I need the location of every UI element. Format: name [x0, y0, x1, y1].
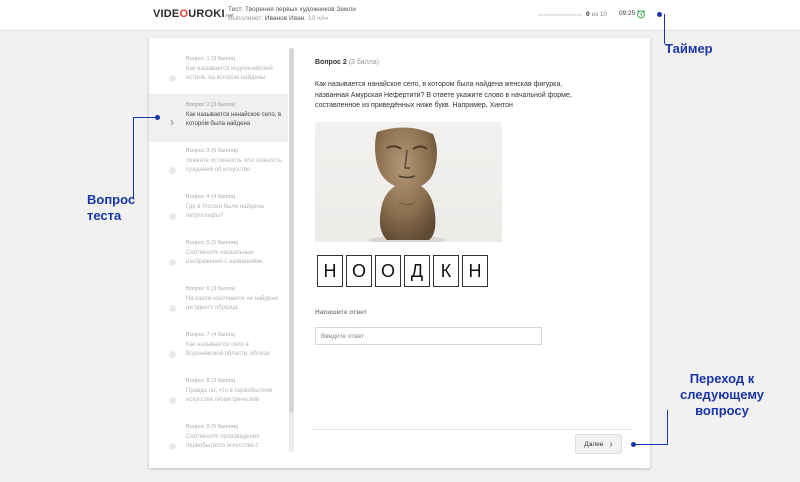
status-dot-icon — [169, 167, 176, 174]
chevron-right-icon: › — [609, 438, 613, 450]
question-list-item-text: Как называется село в Воронежской област… — [186, 342, 270, 357]
letter-tile: К — [433, 255, 459, 287]
progress-bar — [538, 14, 582, 16]
question-list-item-head: Вопрос 2 (3 балла) — [186, 102, 236, 108]
annotation-next-line — [634, 444, 667, 445]
test-performer: Выполняет: Иванов Иван, 10 «А» — [228, 15, 329, 22]
next-button-label: Далее — [584, 440, 604, 448]
question-list-item-text: Как называется нанайское село, в котором… — [186, 112, 282, 127]
annotation-timer: Таймер — [665, 41, 713, 56]
answer-input[interactable] — [315, 327, 542, 345]
letter-tiles: НООДКН — [317, 255, 488, 287]
figurine-image — [315, 122, 502, 242]
scrollbar-thumb[interactable] — [289, 48, 294, 413]
annotation-next-line-v — [667, 410, 668, 445]
question-list-item-head: Вопрос 8 (3 балла) — [186, 378, 236, 384]
letter-tile: О — [346, 255, 372, 287]
question-list-item[interactable]: Вопрос 6 (3 балла) На каком континенте не… — [149, 278, 288, 326]
status-dot-icon — [169, 443, 176, 450]
question-list-item[interactable]: Вопрос 5 (5 баллов) Соотнесите наскальные… — [149, 232, 288, 280]
question-list-item-text: Правда ли, что в первобытном искусстве г… — [186, 388, 273, 403]
question-list: Вопрос 1 (3 балла) Как называется индонез… — [149, 38, 289, 458]
question-text: Как называется нанайское село, в котором… — [315, 81, 572, 109]
annotation-next-dot — [631, 442, 636, 447]
annotation-timer-dot — [657, 12, 662, 17]
question-list-item-text: Где в России были найдены петроглифы? — [186, 204, 265, 219]
question-list-item[interactable]: Вопрос 1 (3 балла) Как называется индонез… — [149, 48, 288, 96]
letter-tile: Н — [462, 255, 488, 287]
question-list-item-head: Вопрос 4 (4 балла) — [186, 194, 236, 200]
annotation-question-line — [133, 117, 134, 199]
top-bar: VIDEOUROKI.net Тест: Творения первых худ… — [0, 0, 800, 31]
letter-tile: Д — [404, 255, 430, 287]
question-list-scrollbar[interactable] — [289, 48, 294, 452]
annotation-question-line-h — [133, 117, 155, 118]
annotation-question-dot — [155, 115, 160, 120]
chevron-right-icon: › — [170, 115, 174, 129]
question-list-item-text: Укажите истинность или ложность суждений… — [186, 158, 282, 173]
alarm-clock-icon — [637, 9, 645, 19]
annotation-next: Переход к следующему вопросу — [680, 371, 764, 418]
logo[interactable]: VIDEOUROKI.net — [153, 8, 234, 20]
status-dot-icon — [169, 259, 176, 266]
progress-count: 0 из 10 — [586, 11, 608, 18]
question-list-item-text: Соотнесите произведения первобытного иск… — [186, 434, 260, 449]
timer-value: 09:25 — [619, 10, 636, 17]
next-button[interactable]: Далее › — [575, 434, 622, 454]
annotation-timer-line — [664, 14, 665, 44]
question-list-item-head: Вопрос 3 (5 баллов) — [186, 148, 239, 154]
letter-tile: Н — [317, 255, 343, 287]
letter-tile: О — [375, 255, 401, 287]
question-list-item-text: На каком континенте не найдено ни одного… — [186, 296, 279, 311]
question-list-item[interactable]: Вопрос 9 (5 баллов) Соотнесите произведен… — [149, 416, 288, 458]
question-list-item[interactable]: Вопрос 8 (3 балла) Правда ли, что в перво… — [149, 370, 288, 418]
status-dot-icon — [169, 397, 176, 404]
status-dot-icon — [169, 213, 176, 220]
answer-label: Напишите ответ — [315, 309, 367, 316]
question-list-item-head: Вопрос 5 (5 баллов) — [186, 240, 239, 246]
question-list-item-text: Соотнесите наскальные изображения с назв… — [186, 250, 263, 265]
question-list-item[interactable]: Вопрос 3 (5 баллов) Укажите истинность ил… — [149, 140, 288, 188]
question-list-item[interactable]: › Вопрос 2 (3 балла) Как называется нанайс… — [149, 94, 288, 142]
question-list-item-head: Вопрос 9 (5 баллов) — [186, 424, 239, 430]
question-list-item-head: Вопрос 7 (4 балла) — [186, 332, 236, 338]
status-dot-icon — [169, 305, 176, 312]
question-list-item-head: Вопрос 6 (3 балла) — [186, 286, 236, 292]
question-list-item[interactable]: Вопрос 7 (4 балла) Как называется село в … — [149, 324, 288, 372]
status-dot-icon — [169, 75, 176, 82]
question-list-item-head: Вопрос 1 (3 балла) — [186, 56, 236, 62]
footer-divider — [312, 429, 632, 430]
test-title: Тест: Творения первых художников Земли — [228, 6, 356, 13]
test-card: Вопрос 1 (3 балла) Как называется индонез… — [149, 38, 650, 468]
question-list-item[interactable]: Вопрос 4 (4 балла) Где в России были найд… — [149, 186, 288, 234]
question-list-item-text: Как называется индонезийский остров, на … — [186, 66, 273, 81]
question-title: Вопрос 2 (3 балла) — [315, 59, 380, 66]
status-dot-icon — [169, 351, 176, 358]
